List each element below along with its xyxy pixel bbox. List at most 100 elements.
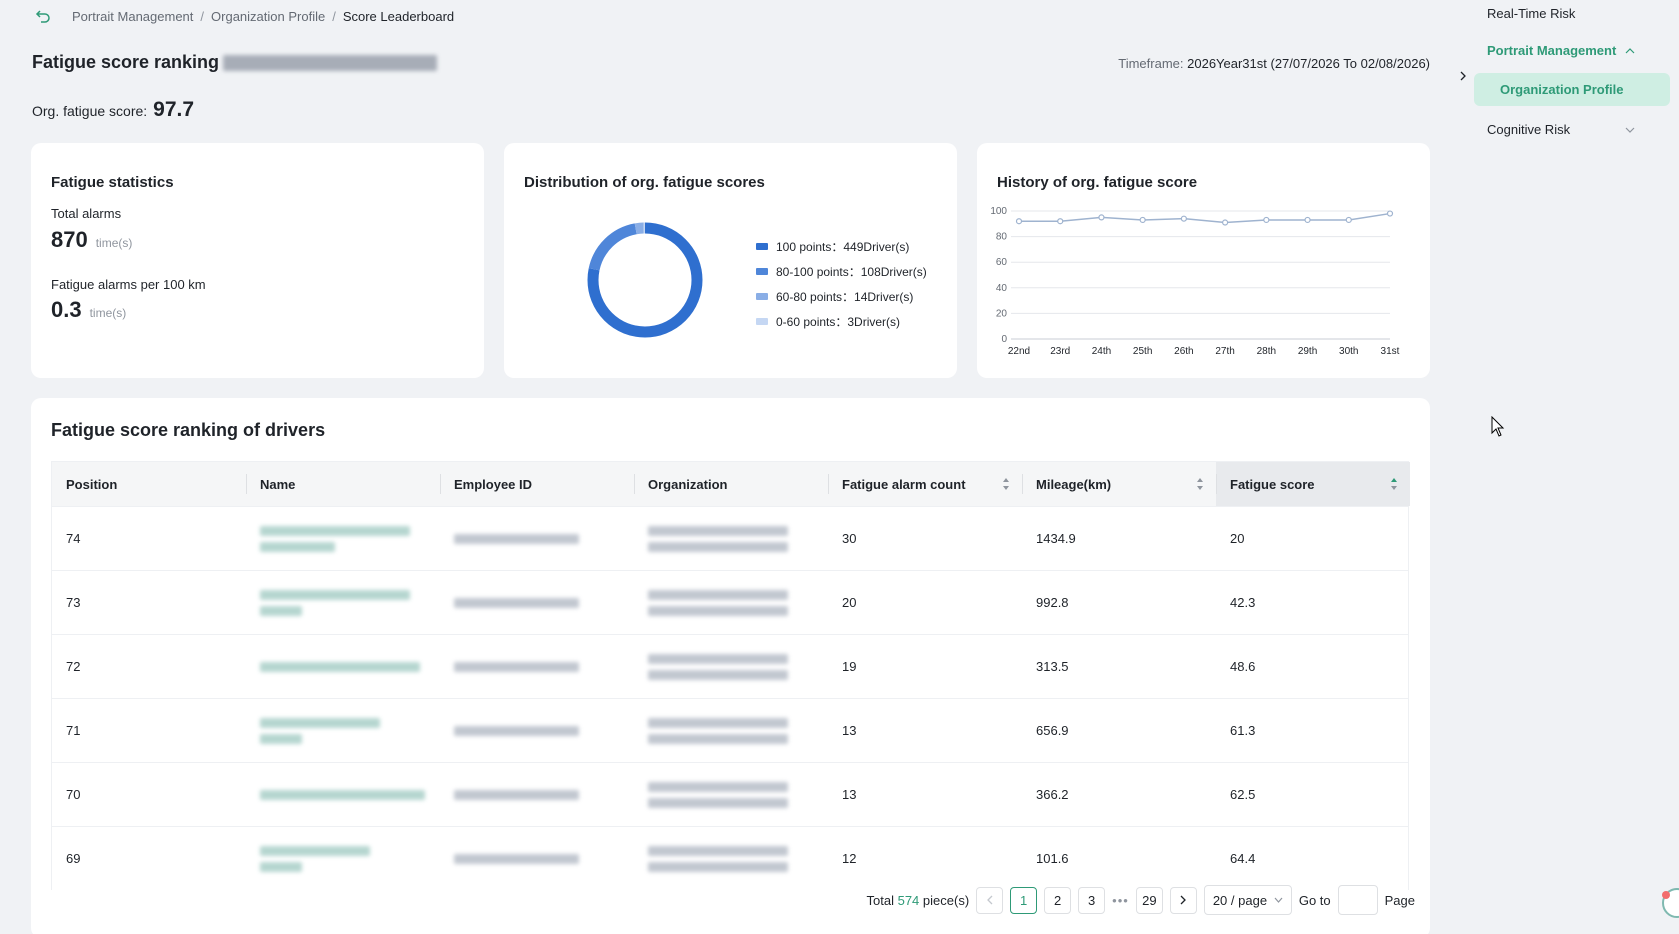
legend-item[interactable]: 0-60 points：3Driver(s): [756, 309, 927, 334]
cell-position: 72: [66, 659, 81, 674]
cell-fatigue-alarm-count: 13: [842, 787, 857, 802]
table-row[interactable]: 73 20 992.8 42.3: [52, 570, 1408, 634]
history-point[interactable]: [1180, 215, 1187, 222]
history-point[interactable]: [1057, 218, 1064, 225]
legend-item[interactable]: 60-80 points：14Driver(s): [756, 284, 927, 309]
score-history-card: History of org. fatigue score 0 20 40 60 80 1…: [977, 143, 1430, 378]
pagination-total: Total 574 piece(s): [867, 893, 970, 908]
driver-ranking-card: Fatigue score ranking of drivers Positio…: [31, 398, 1430, 934]
cell-fatigue-score: 64.4: [1230, 851, 1256, 866]
cell-name-redacted: [246, 827, 440, 890]
col-fatigue-score[interactable]: Fatigue score: [1216, 462, 1410, 506]
total-count: 574: [897, 892, 920, 908]
x-tick-label: 29th: [1298, 346, 1317, 357]
redacted-text: [648, 717, 788, 728]
distribution-donut-chart[interactable]: [586, 221, 704, 339]
chevron-down-icon: [1274, 897, 1283, 903]
col-fatigue-alarm-count[interactable]: Fatigue alarm count: [828, 462, 1022, 506]
history-point[interactable]: [1015, 218, 1023, 225]
collapse-sidebar-button[interactable]: [1455, 68, 1471, 84]
chevron-down-icon: [1625, 127, 1635, 133]
redacted-text: [648, 541, 788, 552]
breadcrumb-portrait-management[interactable]: Portrait Management: [72, 9, 193, 24]
org-score-label: Org. fatigue score:: [32, 103, 148, 119]
redacted-text: [454, 533, 579, 544]
table-header: Position Name Employee ID Organization F…: [52, 462, 1410, 506]
table-row[interactable]: 70 13 366.2 62.5: [52, 762, 1408, 826]
cell-mileage: 656.9: [1036, 723, 1069, 738]
redacted-text: [260, 661, 420, 672]
history-series-line: [1019, 212, 1391, 224]
cell-fatigue-alarm-count: 19: [842, 659, 857, 674]
org-fatigue-score: Org. fatigue score: 97.7: [32, 98, 194, 122]
col-mileage[interactable]: Mileage(km): [1022, 462, 1216, 506]
page-button-3[interactable]: 3: [1078, 886, 1106, 914]
legend-item[interactable]: 100 points：449Driver(s): [756, 234, 927, 259]
chevron-right-icon: [1180, 895, 1187, 905]
cell-fatigue-alarm-count: 12: [842, 851, 857, 866]
y-tick-label: 0: [1001, 334, 1007, 345]
col-label: Mileage(km): [1036, 476, 1112, 492]
goto-page-input[interactable]: [1337, 885, 1378, 915]
col-employee-id: Employee ID: [440, 462, 634, 506]
cell-mileage: 313.5: [1036, 659, 1069, 674]
page-button-29[interactable]: 29: [1135, 886, 1163, 914]
table-row[interactable]: 71 13 656.9 61.3: [52, 698, 1408, 762]
redacted-text: [648, 845, 788, 856]
sort-icon[interactable]: [1002, 477, 1010, 491]
alarms-per-100km-label: Fatigue alarms per 100 km: [51, 277, 206, 292]
cell-fatigue-score: 20: [1230, 531, 1245, 546]
prev-page-button[interactable]: [976, 886, 1004, 914]
menu-portrait-management[interactable]: Portrait Management: [1487, 43, 1657, 58]
right-sidebar: [1445, 0, 1679, 934]
y-tick-label: 60: [996, 257, 1008, 268]
history-point[interactable]: [1304, 216, 1311, 224]
page-button-1[interactable]: 1: [1010, 886, 1038, 914]
legend-item[interactable]: 80-100 points：108Driver(s): [756, 259, 927, 284]
cell-name-redacted: [246, 571, 440, 634]
total-alarms-value: 870: [51, 227, 88, 252]
col-position: Position: [66, 476, 118, 492]
cell-fatigue-score: 62.5: [1230, 787, 1256, 802]
next-page-button[interactable]: [1169, 886, 1197, 914]
sort-icon[interactable]: [1196, 477, 1204, 491]
history-point[interactable]: [1386, 210, 1394, 217]
history-point[interactable]: [1263, 216, 1270, 224]
fatigue-statistics-card: Fatigue statistics Total alarms 870 time…: [31, 143, 484, 378]
table-row[interactable]: 74 30 1434.9 20: [52, 506, 1408, 570]
menu-cognitive-risk[interactable]: Cognitive Risk: [1487, 122, 1657, 137]
back-icon[interactable]: [34, 7, 52, 25]
history-point[interactable]: [1345, 216, 1352, 224]
notification-dot: [1662, 891, 1670, 899]
redacted-text: [648, 861, 788, 872]
history-point[interactable]: [1098, 214, 1105, 221]
cell-organization-redacted: [634, 571, 828, 634]
table-body: 74 30 1434.9 20 73 20 992.8 42.3 72 19 313.5 48.6 71…: [52, 506, 1408, 890]
page-size-select[interactable]: 20 / page: [1203, 885, 1292, 915]
total-alarms-label: Total alarms: [51, 206, 122, 221]
menu-real-time-risk[interactable]: Real-Time Risk: [1487, 6, 1575, 21]
pagination-ellipsis[interactable]: •••: [1112, 893, 1129, 908]
history-point[interactable]: [1222, 219, 1229, 226]
total-alarms-stat: 870 time(s): [51, 227, 132, 253]
col-label: Fatigue alarm count: [842, 476, 966, 492]
cell-position: 73: [66, 595, 81, 610]
history-line-chart[interactable]: 0 20 40 60 80 100 22nd 23rd 24th 25th 26th 27th 28th…: [977, 143, 1430, 378]
redacted-text: [260, 789, 425, 800]
total-suffix: piece(s): [922, 892, 970, 908]
redacted-text: [648, 525, 788, 536]
table-row[interactable]: 69 12 101.6 64.4: [52, 826, 1408, 890]
x-tick-label: 24th: [1092, 346, 1111, 357]
redacted-text: [454, 661, 579, 672]
cell-mileage: 992.8: [1036, 595, 1069, 610]
history-point[interactable]: [1139, 216, 1146, 224]
breadcrumb-organization-profile[interactable]: Organization Profile: [211, 9, 325, 24]
redacted-text: [454, 597, 579, 608]
redacted-text: [260, 717, 380, 728]
menu-organization-profile[interactable]: Organization Profile: [1474, 73, 1670, 106]
mouse-cursor-icon: [1491, 416, 1505, 437]
page-button-2[interactable]: 2: [1044, 886, 1072, 914]
sort-ascending-icon[interactable]: [1390, 477, 1398, 491]
table-row[interactable]: 72 19 313.5 48.6: [52, 634, 1408, 698]
redacted-text: [260, 861, 302, 872]
